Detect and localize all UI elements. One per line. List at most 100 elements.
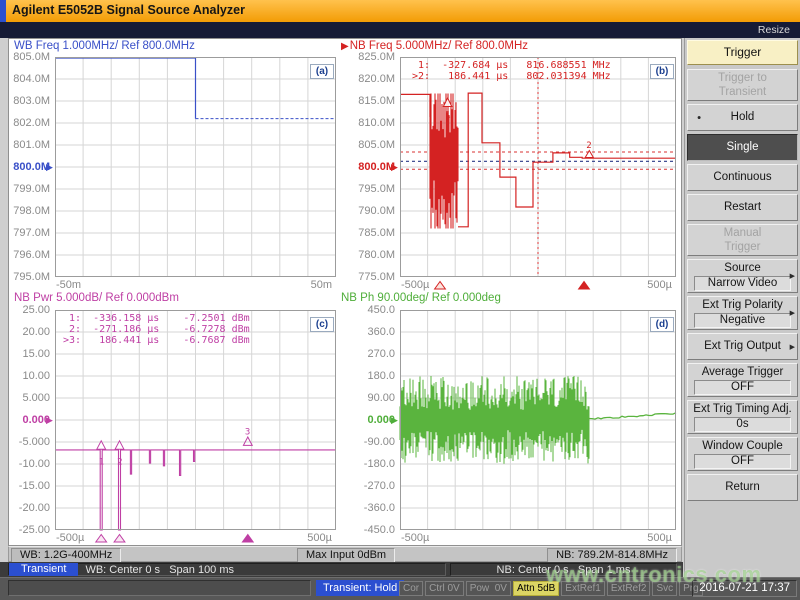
y-tick-label: -20.00 bbox=[2, 502, 50, 514]
y-tick-label: 15.00 bbox=[2, 348, 50, 360]
clock: 2016-07-21 17:37 bbox=[692, 580, 797, 597]
softkey-label: Ext Trig Timing Adj. bbox=[688, 403, 797, 416]
y-tick-label: 0.000 bbox=[347, 414, 395, 426]
softkey-value: Narrow Video bbox=[694, 276, 792, 291]
softkey-restart[interactable]: Restart bbox=[687, 194, 798, 221]
y-tick-label: 803.0M bbox=[2, 95, 50, 107]
y-tick-label: 270.0 bbox=[347, 348, 395, 360]
softkey-window-couple[interactable]: Window CoupleOFF bbox=[687, 437, 798, 471]
submenu-arrow-icon: ▶ bbox=[790, 309, 795, 317]
window-titlebar: Agilent E5052B Signal Source Analyzer bbox=[0, 0, 800, 22]
softkey-label: Continuous bbox=[688, 171, 797, 184]
status-cell-extref1: ExtRef1 bbox=[561, 581, 605, 596]
svg-text:3: 3 bbox=[245, 428, 250, 438]
y-tick-label: -15.00 bbox=[2, 480, 50, 492]
softkey-hold[interactable]: Hold● bbox=[687, 104, 798, 131]
reference-level-arrow-icon: ▶ bbox=[391, 415, 398, 425]
trigger-status-chip: Transient: Hold bbox=[316, 580, 404, 596]
plot-a bbox=[55, 57, 336, 293]
sweep-bar: Transient WB: Center 0 s Span 100 ms NB:… bbox=[0, 562, 683, 577]
nb-sweep-segment: NB: Center 0 s Span 1 ms bbox=[450, 563, 677, 576]
marker-readout-line: 2: -271.186 µs -6.7278 dBm bbox=[63, 324, 250, 335]
softkey-label: Single bbox=[688, 141, 797, 154]
status-cell-cor: Cor bbox=[399, 581, 423, 596]
softkey-manual-trigger[interactable]: ManualTrigger bbox=[687, 224, 798, 256]
softkey-value: 0s bbox=[694, 417, 792, 432]
mode-chip: Transient bbox=[9, 563, 78, 576]
y-tick-label: -180.0 bbox=[347, 458, 395, 470]
softkey-source[interactable]: SourceNarrow Video▶ bbox=[687, 259, 798, 293]
status-cell-pow-0v: Pow 0V bbox=[466, 581, 511, 596]
status-cell-ctrl-0v: Ctrl 0V bbox=[425, 581, 464, 596]
y-tick-label: 802.0M bbox=[2, 117, 50, 129]
plot-d bbox=[400, 310, 676, 546]
y-tick-label: -360.0 bbox=[347, 502, 395, 514]
y-tick-label: 797.0M bbox=[2, 227, 50, 239]
message-area bbox=[8, 580, 311, 596]
y-tick-label: 815.0M bbox=[347, 95, 395, 107]
softkey-average-trigger[interactable]: Average TriggerOFF bbox=[687, 363, 798, 397]
y-tick-label: 825.0M bbox=[347, 51, 395, 63]
y-tick-label: -450.0 bbox=[347, 524, 395, 536]
y-tick-label: 810.0M bbox=[347, 117, 395, 129]
y-tick-label: -90.00 bbox=[347, 436, 395, 448]
marker-readout-line: 1: -336.158 µs -7.2501 dBm bbox=[63, 313, 250, 324]
y-tick-label: 805.0M bbox=[2, 51, 50, 63]
softkey-label: Average Trigger bbox=[688, 366, 797, 379]
softkey-value: OFF bbox=[694, 454, 792, 469]
softkey-label: Transient bbox=[688, 86, 797, 99]
y-tick-label: 90.00 bbox=[347, 392, 395, 404]
submenu-arrow-icon: ▶ bbox=[790, 272, 795, 280]
softkey-label: Return bbox=[688, 481, 797, 494]
softkey-continuous[interactable]: Continuous bbox=[687, 164, 798, 191]
panel-corner-label: (c) bbox=[310, 317, 334, 332]
wb-sweep-text: WB: Center 0 s Span 100 ms bbox=[85, 564, 234, 576]
y-tick-label: 801.0M bbox=[2, 139, 50, 151]
softkey-return[interactable]: Return bbox=[687, 474, 798, 501]
softkey-label: Trigger bbox=[688, 241, 797, 254]
softkey-single[interactable]: Single bbox=[687, 134, 798, 161]
plot-b: 12 bbox=[400, 57, 676, 293]
wb-sweep-segment: Transient WB: Center 0 s Span 100 ms bbox=[8, 563, 446, 576]
y-tick-label: 800.0M bbox=[347, 161, 395, 173]
softkey-label: Restart bbox=[688, 201, 797, 214]
nb-sweep-text: NB: Center 0 s Span 1 ms bbox=[497, 564, 631, 576]
y-tick-label: 785.0M bbox=[347, 227, 395, 239]
y-tick-label: 780.0M bbox=[347, 249, 395, 261]
marker-readout-b: 1: -327.684 µs 816.688551 MHz>2: 186.441… bbox=[412, 60, 611, 82]
softkey-label: Manual bbox=[688, 227, 797, 240]
svg-text:1: 1 bbox=[445, 111, 450, 121]
menu-title-trigger[interactable]: Trigger bbox=[687, 40, 798, 65]
marker-readout-line: >2: 186.441 µs 802.031394 MHz bbox=[412, 71, 611, 82]
svg-text:1: 1 bbox=[99, 458, 104, 468]
y-tick-label: 820.0M bbox=[347, 73, 395, 85]
range-bar: WB: 1.2G-400MHz Max Input 0dBm NB: 789.2… bbox=[8, 546, 682, 562]
status-cell-svc: Svc bbox=[652, 581, 677, 596]
y-tick-label: 10.00 bbox=[2, 370, 50, 382]
softkey-ext-trig-polarity[interactable]: Ext Trig PolarityNegative▶ bbox=[687, 296, 798, 330]
svg-text:2: 2 bbox=[586, 141, 591, 151]
menu-strip: Resize bbox=[0, 22, 800, 38]
y-tick-label: 5.000 bbox=[2, 392, 50, 404]
softkey-trigger-to-transient[interactable]: Trigger toTransient bbox=[687, 69, 798, 101]
y-tick-label: 20.00 bbox=[2, 326, 50, 338]
softkey-ext-trig-timing-adj[interactable]: Ext Trig Timing Adj.0s bbox=[687, 400, 798, 434]
y-tick-label: 795.0M bbox=[347, 183, 395, 195]
nb-range-indicator: NB: 789.2M-814.8MHz bbox=[547, 548, 677, 563]
y-tick-label: 0.000 bbox=[2, 414, 50, 426]
softkey-label: Trigger to bbox=[688, 72, 797, 85]
y-tick-label: 775.0M bbox=[347, 271, 395, 283]
resize-button[interactable]: Resize bbox=[758, 24, 790, 36]
y-tick-label: 795.0M bbox=[2, 271, 50, 283]
status-bar: Transient: Hold CorCtrl 0VPow 0VAttn 5dB… bbox=[0, 577, 800, 600]
y-tick-label: -270.0 bbox=[347, 480, 395, 492]
panel-corner-label: (d) bbox=[650, 317, 674, 332]
softkey-ext-trig-output[interactable]: Ext Trig Output▶ bbox=[687, 333, 798, 360]
softkey-label: Window Couple bbox=[688, 440, 797, 453]
radio-dot-icon: ● bbox=[697, 114, 701, 121]
status-cells: CorCtrl 0VPow 0VAttn 5dBExtRef1ExtRef2Sv… bbox=[399, 581, 703, 596]
reference-level-arrow-icon: ▶ bbox=[391, 162, 398, 172]
y-tick-label: 805.0M bbox=[347, 139, 395, 151]
softkey-menu: Trigger Trigger toTransient Hold● Single Co… bbox=[684, 38, 800, 577]
softkey-label: Hold bbox=[688, 111, 797, 124]
